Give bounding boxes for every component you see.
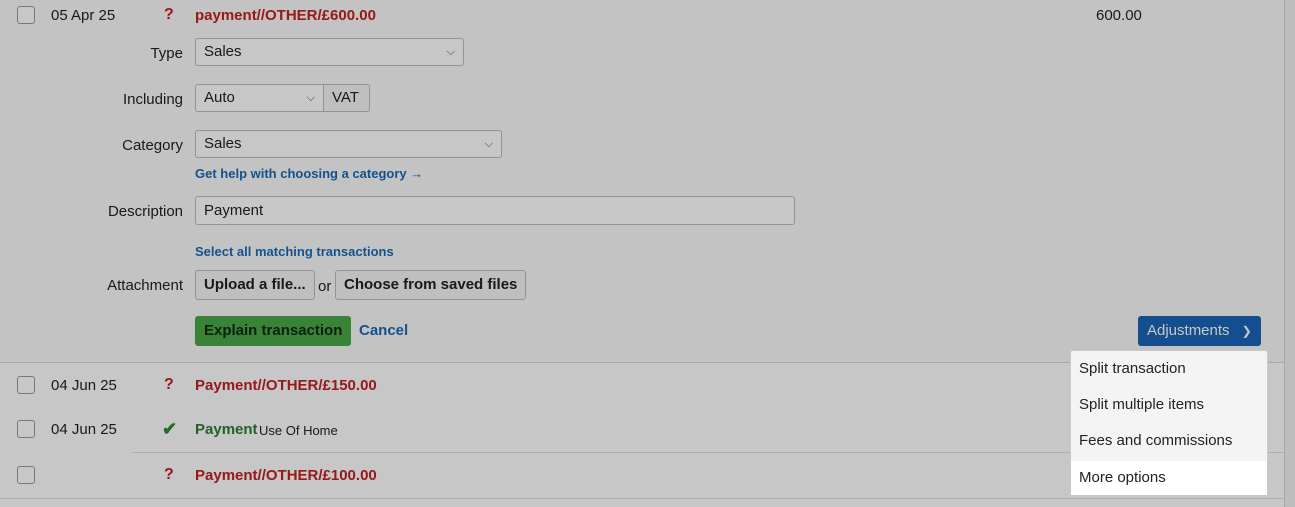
- menu-item-more-options[interactable]: More options: [1071, 461, 1267, 495]
- bank-transactions-page: 05 Apr 25 ? payment//OTHER/£600.00 600.0…: [0, 0, 1295, 507]
- menu-item-split-transaction[interactable]: Split transaction: [1071, 352, 1267, 386]
- menu-item-fees-and-commissions[interactable]: Fees and commissions: [1071, 424, 1267, 458]
- adjustments-menu: Split transaction Split multiple items F…: [1070, 350, 1268, 495]
- menu-item-split-multiple-items[interactable]: Split multiple items: [1071, 388, 1267, 422]
